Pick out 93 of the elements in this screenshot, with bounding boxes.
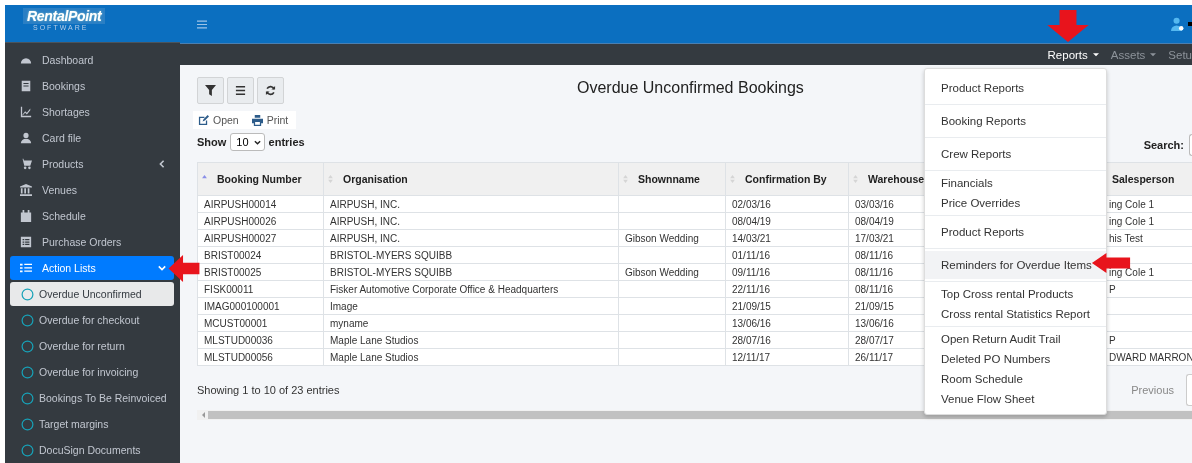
table-cell: 28/07/17 (855, 334, 894, 346)
table-cell: 12/11/17 (732, 351, 771, 363)
table-cell: 08/11/16 (855, 283, 894, 295)
menu-item[interactable]: Financials (925, 173, 1106, 193)
table-cell: ing Cole 1 (1109, 266, 1155, 278)
sidebar-subitem[interactable]: Overdue for return (10, 333, 174, 359)
table-cell: BRISTOL-MYERS SQUIBB (330, 249, 453, 261)
sidebar-subitem[interactable]: Target margins (10, 411, 174, 437)
sidebar-item[interactable]: Products (10, 151, 174, 177)
table-cell: 22/11/16 (732, 283, 771, 295)
table-cell: 21/09/15 (732, 300, 771, 312)
menu-item[interactable]: Top Cross rental Products (925, 284, 1106, 304)
table-cell: ing Cole 1 (1109, 215, 1155, 227)
table-cell: AIRPUSH, INC. (330, 232, 400, 244)
column-header[interactable]: Shownname (618, 162, 726, 196)
table-cell: AIRPUSH, INC. (330, 215, 400, 227)
table-cell: AIRPUSH00026 (204, 215, 277, 227)
sidebar-item[interactable]: Shortages (10, 99, 174, 125)
table-cell: IMAG000100001 (204, 300, 280, 312)
sidebar-item[interactable]: Card file (10, 125, 174, 151)
sidebar-subitem[interactable]: Overdue for checkout (10, 307, 174, 333)
table-cell: 17/03/21 (855, 232, 894, 244)
menu-item[interactable]: Room Schedule (925, 369, 1106, 389)
column-header[interactable]: Salesperson (1105, 162, 1192, 196)
table-cell: Maple Lane Studios (330, 351, 419, 363)
search-label: Search: (1143, 138, 1184, 151)
table-cell: ing Cole 1 (1109, 198, 1155, 210)
sidebar-subitem[interactable]: Overdue Unconfirmed (10, 282, 174, 306)
table-cell: 14/03/21 (732, 232, 771, 244)
sidebar-item[interactable]: Dashboard (10, 47, 174, 73)
table-cell: 01/11/16 (732, 249, 771, 261)
table-cell: his Test (1109, 232, 1143, 244)
table-cell: P (1109, 334, 1116, 346)
column-header[interactable]: Confirmation By (725, 162, 849, 196)
table-info: Showing 1 to 10 of 23 entries (197, 384, 340, 396)
show-label: Show (197, 136, 227, 148)
table-cell: 08/11/16 (855, 249, 894, 261)
table-cell: 13/06/16 (855, 317, 894, 329)
table-cell: 21/09/15 (855, 300, 894, 312)
menu-item[interactable]: Booking Reports (925, 107, 1106, 135)
table-cell: 08/11/16 (855, 266, 894, 278)
entries-label: entries (268, 136, 305, 148)
table-cell: MLSTUD00036 (204, 334, 273, 346)
sidebar-item[interactable]: Action Lists (10, 256, 174, 280)
nav-menu[interactable]: Reports (1047, 48, 1099, 61)
table-cell: MCUST00001 (204, 317, 268, 329)
menu-item[interactable]: Product Reports (925, 74, 1106, 102)
table-cell: 02/03/16 (732, 198, 771, 210)
sidebar-item[interactable]: Bookings (10, 73, 174, 99)
table-cell: Gibson Wedding (625, 232, 699, 244)
table-cell: Fisker Automotive Corporate Office & Headquarters (330, 283, 559, 295)
table-cell: MLSTUD00056 (204, 351, 273, 363)
nav-menu[interactable]: Setu (1168, 48, 1192, 61)
menu-item[interactable]: Cross rental Statistics Report (925, 304, 1106, 324)
menu-item[interactable]: Open Return Audit Trail (925, 329, 1106, 349)
column-header[interactable]: Organisation (323, 162, 619, 196)
table-cell: P (1109, 283, 1116, 295)
page-title: Overdue Unconfirmed Bookings (577, 79, 804, 97)
table-cell: 26/11/17 (855, 351, 894, 363)
sidebar-item[interactable]: Venues (10, 177, 174, 203)
menu-item[interactable]: Reminders for Overdue Items (925, 251, 1106, 279)
table-cell: AIRPUSH00014 (204, 198, 277, 210)
table-cell: 28/07/16 (732, 334, 771, 346)
table-cell: FISK00011 (204, 283, 254, 295)
menu-item[interactable]: Price Overrides (925, 193, 1106, 213)
table-cell: AIRPUSH00027 (204, 232, 277, 244)
page-size-select[interactable]: 10 (230, 133, 265, 151)
table-cell: BRIST00024 (204, 249, 262, 261)
sidebar-subitem[interactable]: Overdue for invoicing (10, 359, 174, 385)
table-cell: BRIST00025 (204, 266, 262, 278)
menu-item[interactable]: Product Reports (925, 218, 1106, 246)
table-cell: AIRPUSH, INC. (330, 198, 400, 210)
menu-item[interactable]: Deleted PO Numbers (925, 349, 1106, 369)
table-cell: 13/06/16 (732, 317, 771, 329)
logo-text: RentalPoint (23, 8, 106, 24)
menu-item[interactable]: Crew Reports (925, 140, 1106, 168)
column-header[interactable]: Booking Number (197, 162, 324, 196)
table-cell: 08/04/19 (732, 215, 771, 227)
table-cell: myname (330, 317, 369, 329)
table-cell: Maple Lane Studios (330, 334, 419, 346)
nav-menu[interactable]: Assets (1110, 48, 1157, 61)
sidebar-subitem[interactable]: Bookings To Be Reinvoiced (10, 385, 174, 411)
table-cell: Image (330, 300, 358, 312)
sidebar-subitem[interactable]: DocuSign Documents (10, 437, 174, 463)
table-cell: 08/04/19 (855, 215, 894, 227)
table-cell: BRISTOL-MYERS SQUIBB (330, 266, 453, 278)
table-cell: DWARD MARRON (1109, 351, 1192, 363)
menu-item[interactable]: Venue Flow Sheet (925, 389, 1106, 409)
table-cell: 03/03/16 (855, 198, 894, 210)
sidebar-item[interactable]: Purchase Orders (10, 229, 174, 255)
table-cell: Gibson Wedding (625, 266, 699, 278)
table-cell: 09/11/16 (732, 266, 771, 278)
sidebar-item[interactable]: Schedule (10, 203, 174, 229)
